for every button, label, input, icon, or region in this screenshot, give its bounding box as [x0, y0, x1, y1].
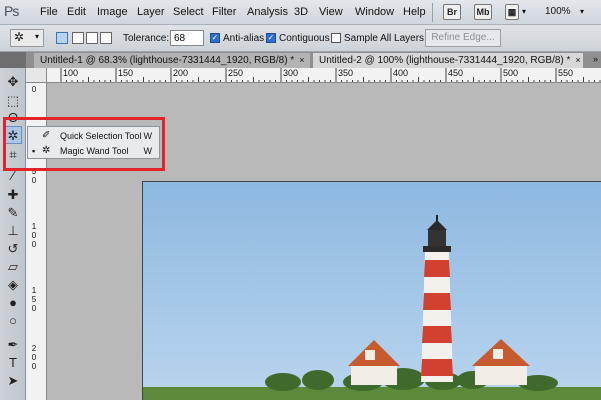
- brush-tool-icon[interactable]: ✎: [4, 204, 22, 222]
- menu-view[interactable]: View: [319, 6, 343, 18]
- menu-file[interactable]: File: [40, 6, 58, 18]
- right-house: [472, 339, 530, 385]
- anti-alias-label: Anti-alias: [223, 33, 265, 44]
- ruler-tick-label: 550: [558, 68, 574, 78]
- refine-edge-button[interactable]: Refine Edge...: [425, 29, 501, 47]
- ruler-tick-label: 0: [31, 240, 37, 249]
- ruler-tick-label: 150: [118, 68, 134, 78]
- zoom-level[interactable]: 100%: [545, 6, 571, 17]
- type-tool-icon[interactable]: T: [4, 354, 22, 372]
- add-to-selection-button[interactable]: [72, 32, 84, 44]
- contiguous-label: Contiguous: [279, 33, 330, 44]
- lighthouse: [421, 215, 453, 382]
- ruler-tick-label: 450: [448, 68, 464, 78]
- close-icon[interactable]: ×: [575, 53, 580, 67]
- view-extras-icon[interactable]: ▦: [505, 4, 519, 20]
- paint-bucket-icon[interactable]: ◈: [4, 276, 22, 294]
- ruler-tick-label: 5: [31, 295, 37, 304]
- tab-label: Untitled-1 @ 68.3% (lighthouse-7331444_1…: [40, 55, 295, 66]
- left-house: [348, 340, 400, 385]
- ruler-origin[interactable]: [26, 68, 47, 83]
- tab-label: Untitled-2 @ 100% (lighthouse-7331444_19…: [319, 55, 571, 66]
- ruler-tick-label: 0: [31, 353, 37, 362]
- options-bar: ✲ ▾ Tolerance: ✓ Anti-alias ✓ Contiguous…: [0, 25, 601, 52]
- move-tool-icon[interactable]: ✥: [4, 73, 22, 91]
- tab-untitled-1[interactable]: Untitled-1 @ 68.3% (lighthouse-7331444_1…: [34, 53, 310, 68]
- marquee-tool-icon[interactable]: ⬚: [4, 92, 22, 110]
- menu-3d[interactable]: 3D: [294, 6, 308, 18]
- menu-help[interactable]: Help: [403, 6, 426, 18]
- tool-preset-picker[interactable]: ✲ ▾: [10, 29, 44, 47]
- lighthouse-scene: [143, 215, 601, 400]
- horizontal-ruler[interactable]: 100 150 200 250 300 350 400 450 500 550: [47, 68, 601, 83]
- chevron-down-icon: ▾: [35, 32, 40, 41]
- tab-overflow-icon[interactable]: »: [593, 54, 598, 64]
- ruler-tick-label: 0: [31, 85, 37, 94]
- ruler-tick-label: 400: [393, 68, 409, 78]
- close-icon[interactable]: ×: [299, 53, 304, 67]
- tolerance-label: Tolerance:: [123, 33, 170, 44]
- ruler-tick-label: 0: [31, 362, 37, 371]
- bridge-button[interactable]: Br: [443, 4, 461, 20]
- tolerance-input[interactable]: [170, 30, 204, 46]
- ruler-tick-label: 0: [31, 176, 37, 185]
- ruler-tick-label: 300: [283, 68, 299, 78]
- ruler-tick-label: 1: [31, 286, 37, 295]
- contiguous-checkbox[interactable]: ✓: [266, 33, 276, 43]
- path-selection-icon[interactable]: ➤: [4, 372, 22, 390]
- annotation-highlight-box: [3, 117, 165, 171]
- menu-window[interactable]: Window: [355, 6, 394, 18]
- blur-tool-icon[interactable]: ●: [4, 294, 22, 312]
- document-tab-bar: Untitled-1 @ 68.3% (lighthouse-7331444_1…: [26, 52, 601, 68]
- ruler-tick-label: 0: [31, 304, 37, 313]
- lighthouse-photo[interactable]: [142, 181, 601, 400]
- ruler-tick-label: 500: [503, 68, 519, 78]
- ruler-tick-label: 0: [31, 231, 37, 240]
- menu-layer[interactable]: Layer: [137, 6, 165, 18]
- intersect-selection-button[interactable]: [100, 32, 112, 44]
- ruler-tick-label: 250: [228, 68, 244, 78]
- sample-all-layers-label: Sample All Layers: [344, 33, 425, 44]
- menu-edit[interactable]: Edit: [67, 6, 86, 18]
- chevron-down-icon[interactable]: ▾: [522, 7, 526, 16]
- anti-alias-checkbox[interactable]: ✓: [210, 33, 220, 43]
- photoshop-logo: Ps: [4, 3, 19, 19]
- menu-bar: Ps File Edit Image Layer Select Filter A…: [0, 0, 601, 25]
- menu-image[interactable]: Image: [97, 6, 128, 18]
- dodge-tool-icon[interactable]: ○: [4, 312, 22, 330]
- sample-all-layers-checkbox[interactable]: [331, 33, 341, 43]
- pen-tool-icon[interactable]: ✒: [4, 336, 22, 354]
- menu-select[interactable]: Select: [173, 6, 204, 18]
- menu-analysis[interactable]: Analysis: [247, 6, 288, 18]
- clone-stamp-icon[interactable]: ⊥: [4, 222, 22, 240]
- mini-bridge-button[interactable]: Mb: [474, 4, 492, 20]
- magic-wand-icon: ✲: [14, 30, 25, 44]
- history-brush-icon[interactable]: ↺: [4, 240, 22, 258]
- zoom-dropdown-icon[interactable]: ▾: [580, 7, 584, 16]
- subtract-from-selection-button[interactable]: [86, 32, 98, 44]
- menu-filter[interactable]: Filter: [212, 6, 236, 18]
- ruler-tick-label: 1: [31, 222, 37, 231]
- ruler-tick-label: 2: [31, 344, 37, 353]
- ruler-tick-label: 100: [63, 68, 79, 78]
- eraser-tool-icon[interactable]: ▱: [4, 258, 22, 276]
- menu-separator: [432, 3, 433, 22]
- ruler-tick-label: 200: [173, 68, 189, 78]
- healing-brush-icon[interactable]: ✚: [4, 186, 22, 204]
- ruler-tick-label: 350: [338, 68, 354, 78]
- tab-untitled-2[interactable]: Untitled-2 @ 100% (lighthouse-7331444_19…: [313, 53, 583, 68]
- new-selection-button[interactable]: [56, 32, 68, 44]
